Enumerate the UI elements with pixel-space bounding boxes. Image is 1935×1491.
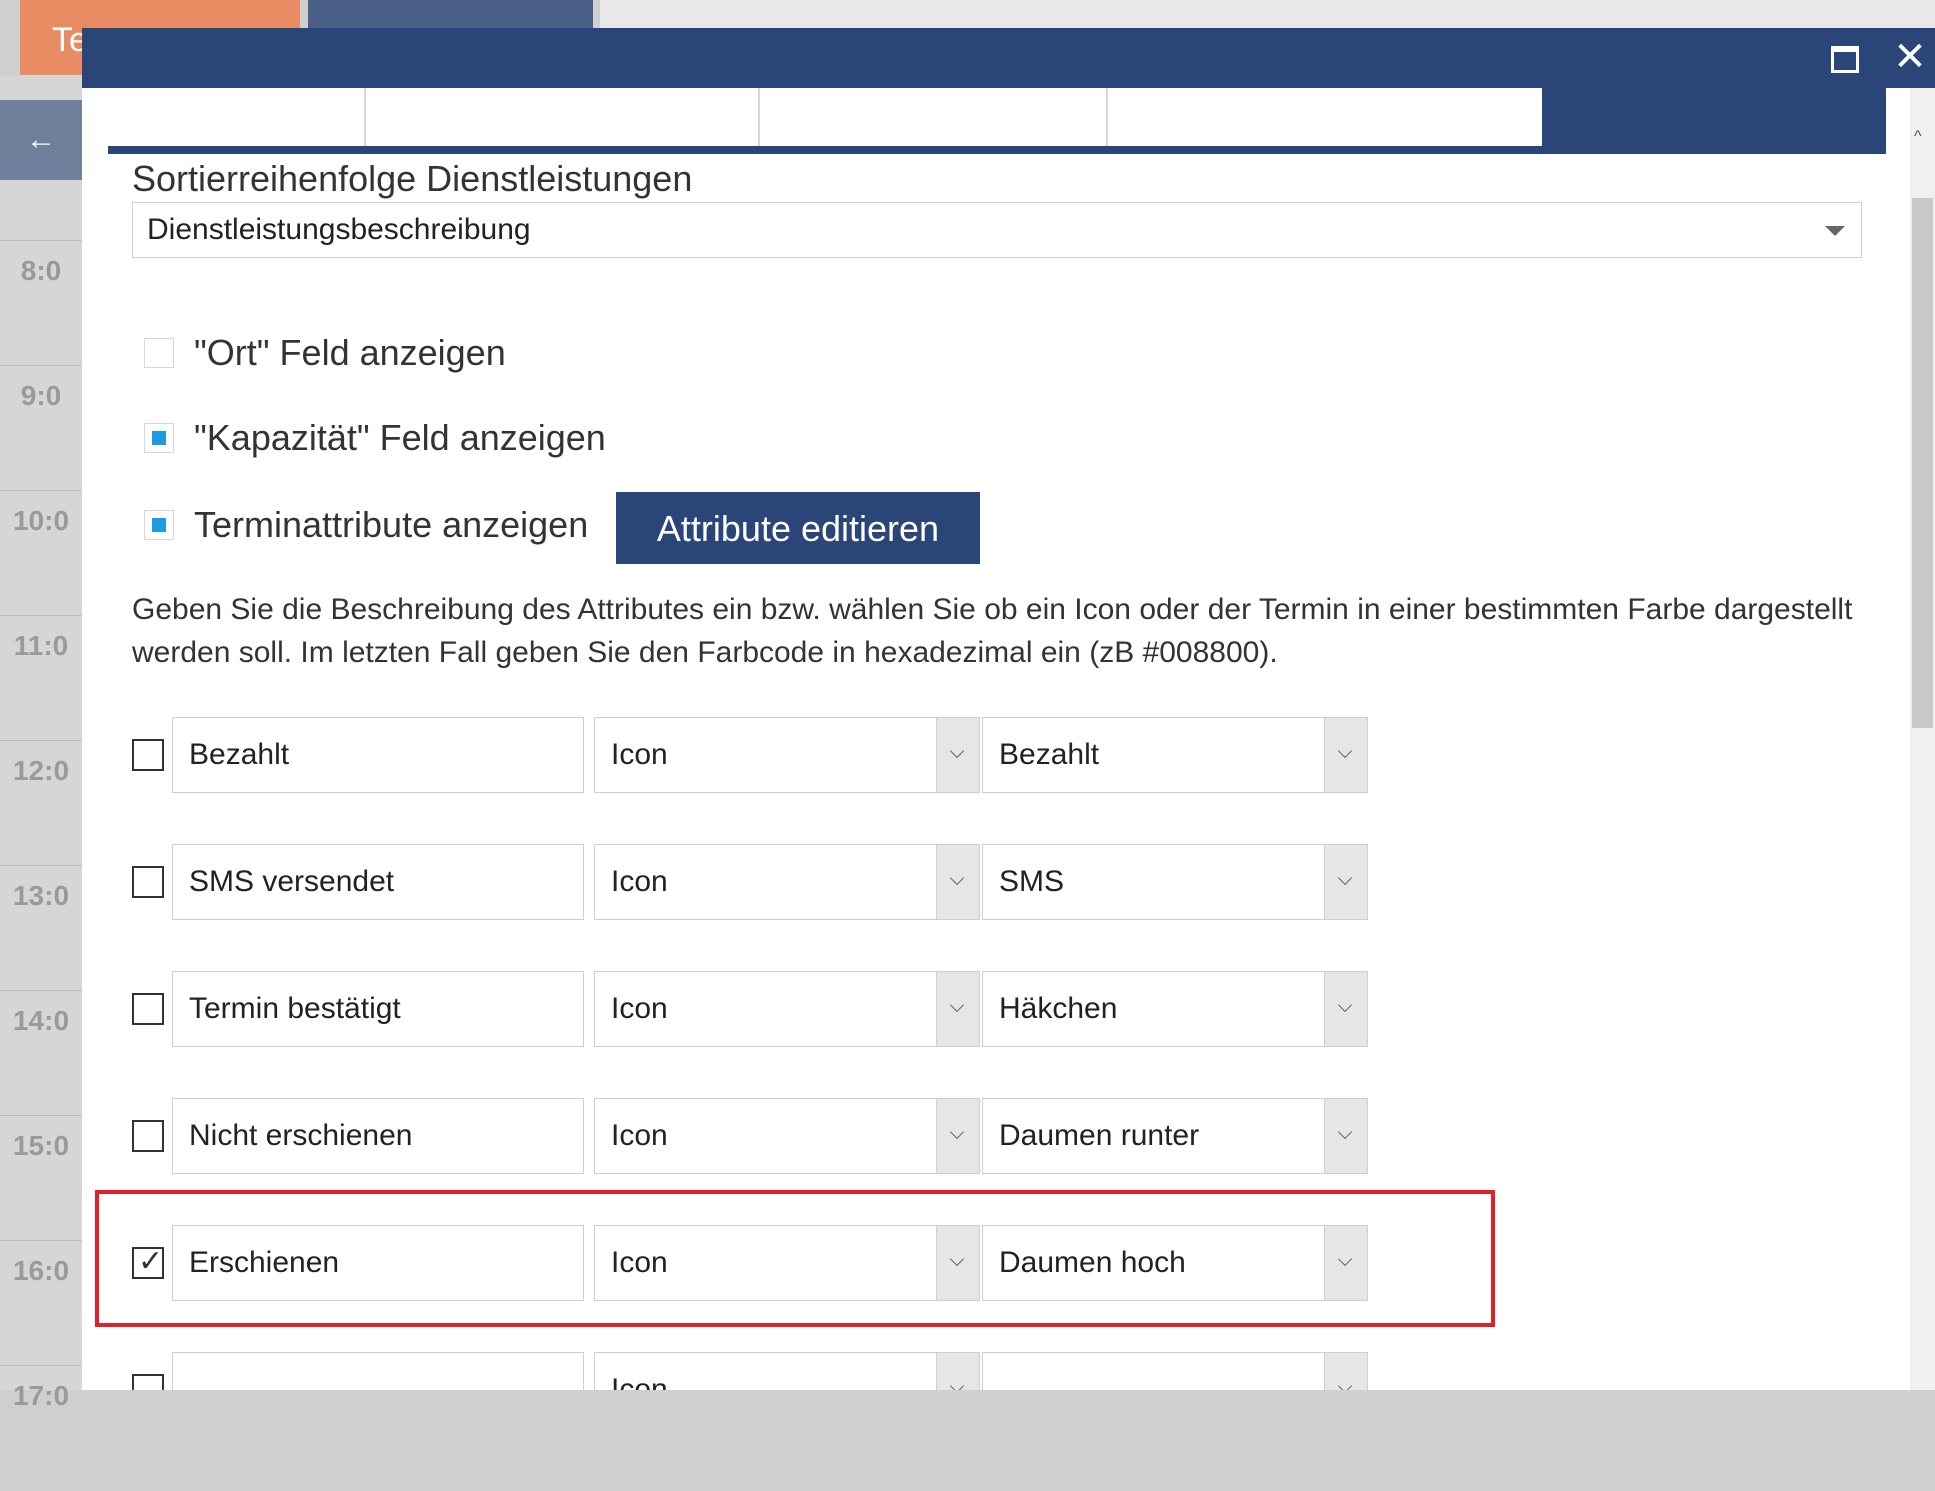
time-label: 13:0: [0, 865, 82, 991]
attribute-name-input[interactable]: Nicht erschienen: [172, 1098, 584, 1174]
chevron-down-icon[interactable]: [936, 972, 979, 1046]
attribute-value-value: Daumen runter: [999, 1119, 1200, 1152]
option-kapazitaet-label: "Kapazität" Feld anzeigen: [194, 417, 606, 458]
attribute-checkbox[interactable]: [132, 993, 164, 1025]
attribute-checkbox[interactable]: [132, 866, 164, 898]
scroll-up-icon[interactable]: ^: [1914, 128, 1922, 146]
time-label: 15:0: [0, 1115, 82, 1241]
attribute-type-value: Icon: [611, 1119, 668, 1152]
option-terminattribute-label: Terminattribute anzeigen: [194, 504, 589, 545]
option-kapazitaet-checkbox[interactable]: [144, 423, 174, 453]
dialog-tab-strip: [108, 88, 1886, 154]
chevron-down-icon[interactable]: [936, 845, 979, 919]
attribute-type-select[interactable]: Icon: [594, 1352, 980, 1390]
attribute-checkbox[interactable]: [132, 1374, 164, 1390]
dialog-scrollbar[interactable]: ^: [1910, 88, 1935, 1390]
attribute-name-input[interactable]: [172, 1352, 584, 1390]
back-arrow-icon[interactable]: ←: [0, 100, 82, 180]
chevron-down-icon[interactable]: [1324, 1099, 1367, 1173]
attribute-type-select[interactable]: Icon: [594, 971, 980, 1047]
chevron-down-icon[interactable]: [936, 718, 979, 792]
maximize-icon[interactable]: [1822, 34, 1868, 80]
attributes-description: Geben Sie die Beschreibung des Attribute…: [132, 593, 1853, 669]
attribute-type-select[interactable]: Icon: [594, 717, 980, 793]
attribute-value-select[interactable]: SMS: [982, 844, 1368, 920]
caret-down-icon: [1825, 226, 1845, 236]
chevron-down-icon[interactable]: [936, 1353, 979, 1390]
time-label: 14:0: [0, 990, 82, 1116]
close-icon[interactable]: ✕: [1887, 34, 1933, 80]
attribute-type-value: Icon: [611, 992, 668, 1025]
attribute-checkbox[interactable]: [132, 739, 164, 771]
time-label: 12:0: [0, 740, 82, 866]
attribute-value-value: Häkchen: [999, 992, 1118, 1025]
attribute-checkbox[interactable]: [132, 1120, 164, 1152]
dialog-tab-1[interactable]: [108, 88, 366, 146]
attribute-name-input[interactable]: Termin bestätigt: [172, 971, 584, 1047]
sort-order-value: Dienstleistungsbeschreibung: [147, 213, 531, 246]
dialog-tab-4[interactable]: [1108, 88, 1542, 146]
settings-dialog: ✕ ^ Sortierreihenfolge Dienstleistungen …: [82, 28, 1935, 1390]
attribute-type-value: Icon: [611, 865, 668, 898]
maximize-glyph: [1831, 45, 1859, 73]
option-terminattribute-checkbox[interactable]: [144, 510, 174, 540]
chevron-down-icon[interactable]: [936, 1099, 979, 1173]
option-ort-label: "Ort" Feld anzeigen: [194, 332, 506, 373]
attribute-value-select[interactable]: [982, 1352, 1368, 1390]
time-label: 8:0: [0, 240, 82, 366]
dialog-tab-2[interactable]: [366, 88, 760, 146]
chevron-down-icon[interactable]: [1324, 845, 1367, 919]
attribute-name-input[interactable]: SMS versendet: [172, 844, 584, 920]
edit-attributes-button[interactable]: Attribute editieren: [616, 492, 980, 564]
chevron-down-icon[interactable]: [1324, 718, 1367, 792]
back-arrow-glyph: ←: [26, 123, 56, 156]
sort-order-label: Sortierreihenfolge Dienstleistungen: [132, 158, 693, 199]
dialog-titlebar: ✕: [82, 28, 1935, 88]
attribute-type-value: Icon: [611, 1373, 668, 1390]
attribute-value-select[interactable]: Daumen runter: [982, 1098, 1368, 1174]
highlight-box: [95, 1190, 1495, 1327]
dialog-tab-3[interactable]: [760, 88, 1108, 146]
attribute-type-select[interactable]: Icon: [594, 844, 980, 920]
sort-order-select[interactable]: Dienstleistungsbeschreibung: [132, 202, 1862, 258]
chevron-down-icon[interactable]: [1324, 972, 1367, 1046]
attribute-name-input[interactable]: Bezahlt: [172, 717, 584, 793]
attribute-value-select[interactable]: Bezahlt: [982, 717, 1368, 793]
time-label: 10:0: [0, 490, 82, 616]
time-label: 17:0: [0, 1365, 82, 1491]
chevron-down-icon[interactable]: [1324, 1353, 1367, 1390]
option-ort-checkbox[interactable]: [144, 338, 174, 368]
attribute-value-value: Bezahlt: [999, 738, 1100, 771]
attribute-value-value: SMS: [999, 865, 1065, 898]
attribute-type-value: Icon: [611, 738, 668, 771]
attribute-value-select[interactable]: Häkchen: [982, 971, 1368, 1047]
time-label: 9:0: [0, 365, 82, 491]
time-label: 16:0: [0, 1240, 82, 1366]
scrollbar-thumb[interactable]: [1912, 198, 1933, 728]
time-label: 11:0: [0, 615, 82, 741]
attribute-type-select[interactable]: Icon: [594, 1098, 980, 1174]
